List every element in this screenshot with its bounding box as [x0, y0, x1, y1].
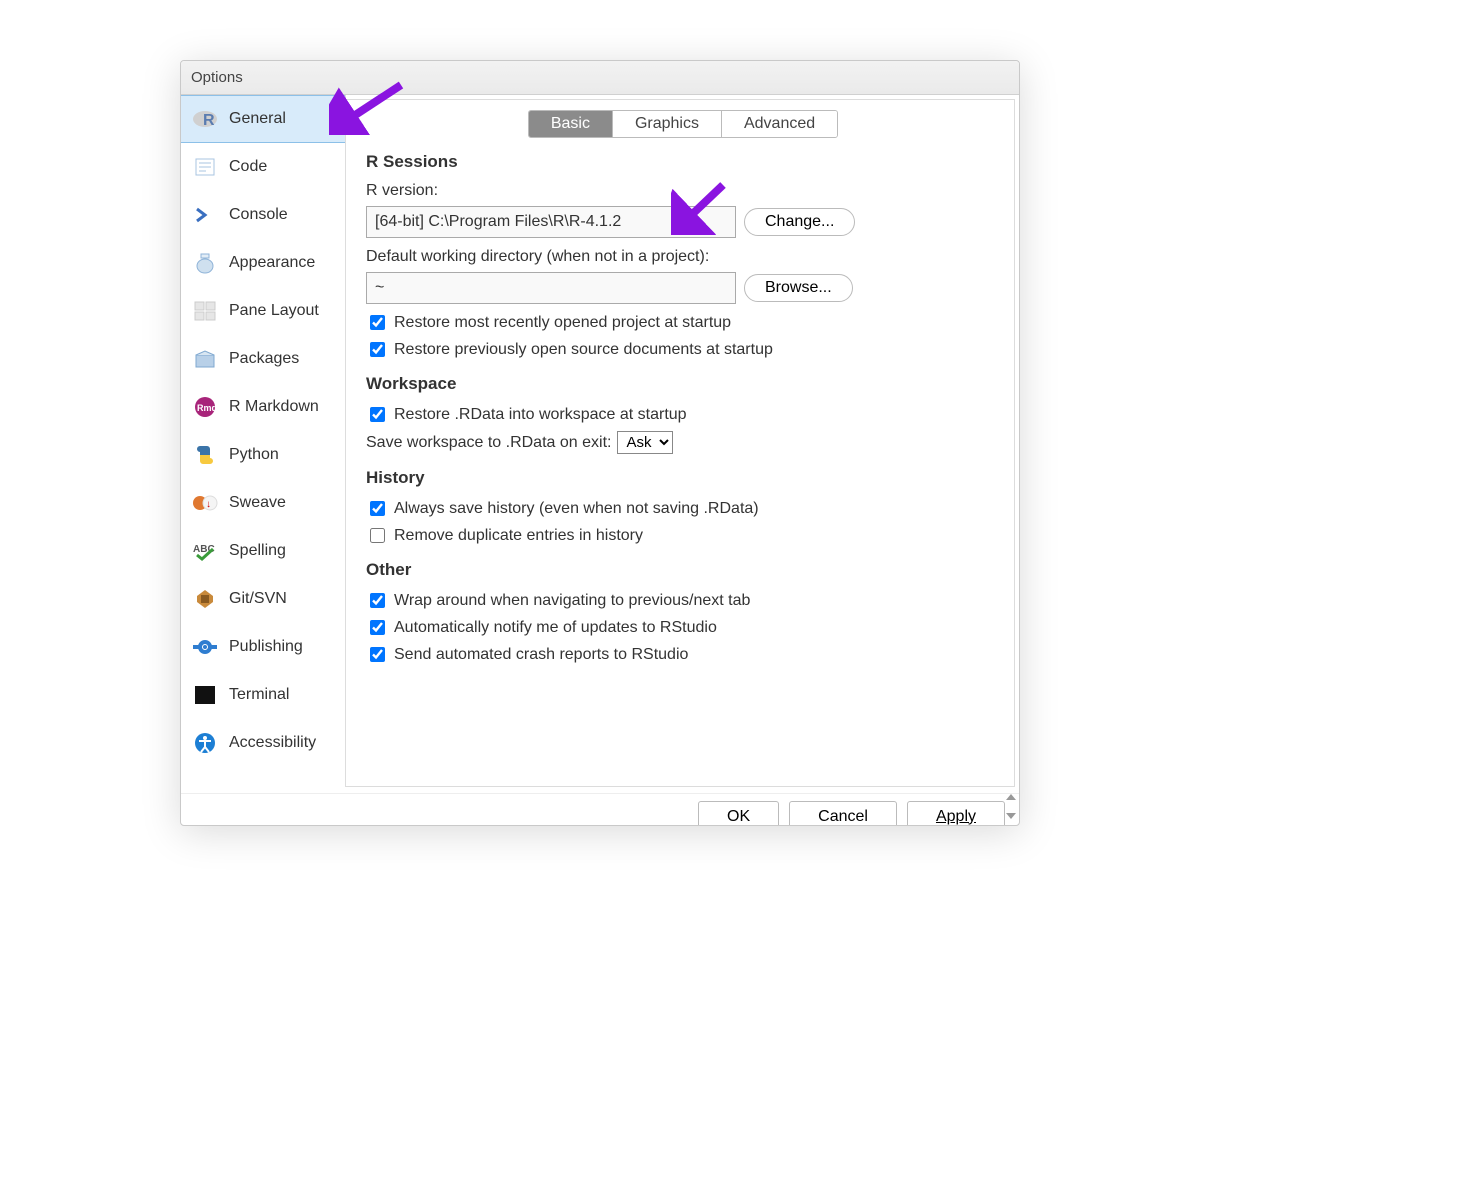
check-wrap-tab[interactable]: Wrap around when navigating to previous/… — [366, 590, 1000, 611]
r-version-field[interactable]: [64-bit] C:\Program Files\R\R-4.1.2 — [366, 206, 736, 238]
window-title-text: Options — [191, 69, 243, 86]
ok-button[interactable]: OK — [698, 801, 779, 826]
check-crash-reports-box[interactable] — [370, 647, 385, 662]
svg-text:R: R — [203, 112, 215, 129]
default-wd-field[interactable]: ~ — [366, 272, 736, 304]
svg-text:↓: ↓ — [206, 499, 211, 510]
sidebar-item-label: Spelling — [229, 542, 286, 560]
check-wrap-tab-box[interactable] — [370, 593, 385, 608]
section-r-sessions: R Sessions — [366, 152, 1000, 172]
label-save-workspace: Save workspace to .RData on exit: — [366, 434, 611, 452]
sweave-icon: ↓ — [191, 489, 219, 517]
sidebar-item-label: Appearance — [229, 254, 315, 272]
label-default-wd: Default working directory (when not in a… — [366, 248, 1000, 266]
sidebar-item-spelling[interactable]: ABC Spelling — [181, 527, 345, 575]
section-history: History — [366, 468, 1000, 488]
sidebar-item-label: Publishing — [229, 638, 303, 656]
sidebar-item-console[interactable]: Console — [181, 191, 345, 239]
cancel-button[interactable]: Cancel — [789, 801, 897, 826]
sidebar-item-appearance[interactable]: Appearance — [181, 239, 345, 287]
sidebar-item-packages[interactable]: Packages — [181, 335, 345, 383]
sidebar-item-publishing[interactable]: Publishing — [181, 623, 345, 671]
check-remove-dup-history-box[interactable] — [370, 528, 385, 543]
check-restore-source-box[interactable] — [370, 342, 385, 357]
python-icon — [191, 441, 219, 469]
footer: OK Cancel Apply — [181, 787, 1019, 825]
sidebar-item-label: Git/SVN — [229, 590, 287, 608]
sidebar-item-label: Accessibility — [229, 734, 316, 752]
section-workspace: Workspace — [366, 374, 1000, 394]
accessibility-icon — [191, 729, 219, 757]
sidebar-item-accessibility[interactable]: Accessibility — [181, 719, 345, 767]
tab-graphics[interactable]: Graphics — [612, 111, 721, 137]
terminal-icon — [191, 681, 219, 709]
tab-basic[interactable]: Basic — [529, 111, 612, 137]
check-restore-rdata[interactable]: Restore .RData into workspace at startup — [366, 404, 1000, 425]
check-always-save-history[interactable]: Always save history (even when not savin… — [366, 498, 1000, 519]
sidebar-item-pane-layout[interactable]: Pane Layout — [181, 287, 345, 335]
section-other: Other — [366, 560, 1000, 580]
change-button[interactable]: Change... — [744, 208, 855, 236]
save-workspace-select[interactable]: Ask — [617, 431, 673, 454]
content-panel: Basic Graphics Advanced R Sessions R ver… — [346, 99, 1015, 787]
sidebar-item-label: Packages — [229, 350, 299, 368]
r-logo-icon: R — [191, 105, 219, 133]
tab-advanced[interactable]: Advanced — [721, 111, 837, 137]
apply-button[interactable]: Apply — [907, 801, 1005, 826]
check-restore-source[interactable]: Restore previously open source documents… — [366, 339, 1000, 360]
sidebar-item-general[interactable]: R General — [181, 95, 345, 143]
sidebar-item-code[interactable]: Code — [181, 143, 345, 191]
packages-icon — [191, 345, 219, 373]
pane-layout-icon — [191, 297, 219, 325]
options-dialog: Options R General Code Console — [180, 60, 1020, 826]
console-icon — [191, 201, 219, 229]
window-title: Options — [181, 61, 1019, 95]
sidebar-item-git-svn[interactable]: Git/SVN — [181, 575, 345, 623]
check-restore-project-box[interactable] — [370, 315, 385, 330]
label-r-version: R version: — [366, 182, 1000, 200]
sidebar-item-label: Sweave — [229, 494, 286, 512]
code-icon — [191, 153, 219, 181]
sidebar-item-terminal[interactable]: Terminal — [181, 671, 345, 719]
git-svn-icon — [191, 585, 219, 613]
scrollbar[interactable] — [1005, 787, 1017, 825]
rmarkdown-icon: Rmd — [191, 393, 219, 421]
publishing-icon — [191, 633, 219, 661]
sidebar-item-label: Python — [229, 446, 279, 464]
check-restore-rdata-box[interactable] — [370, 407, 385, 422]
check-notify-updates-box[interactable] — [370, 620, 385, 635]
sidebar: R General Code Console Appeara — [181, 95, 346, 787]
appearance-icon — [191, 249, 219, 277]
sidebar-item-label: Code — [229, 158, 267, 176]
sidebar-item-label: R Markdown — [229, 398, 319, 416]
sidebar-item-label: General — [229, 110, 286, 128]
sidebar-item-label: Console — [229, 206, 288, 224]
scroll-up-icon — [1006, 794, 1016, 800]
sidebar-item-sweave[interactable]: ↓ Sweave — [181, 479, 345, 527]
sidebar-item-label: Terminal — [229, 686, 289, 704]
scroll-down-icon — [1006, 813, 1016, 819]
browse-button[interactable]: Browse... — [744, 274, 853, 302]
sidebar-item-python[interactable]: Python — [181, 431, 345, 479]
check-remove-dup-history[interactable]: Remove duplicate entries in history — [366, 525, 1000, 546]
check-notify-updates[interactable]: Automatically notify me of updates to RS… — [366, 617, 1000, 638]
sidebar-item-label: Pane Layout — [229, 302, 319, 320]
sidebar-item-r-markdown[interactable]: Rmd R Markdown — [181, 383, 345, 431]
tab-bar: Basic Graphics Advanced — [366, 110, 1000, 138]
spelling-icon: ABC — [191, 537, 219, 565]
svg-text:Rmd: Rmd — [197, 403, 216, 413]
check-crash-reports[interactable]: Send automated crash reports to RStudio — [366, 644, 1000, 665]
check-always-save-history-box[interactable] — [370, 501, 385, 516]
check-restore-project[interactable]: Restore most recently opened project at … — [366, 312, 1000, 333]
